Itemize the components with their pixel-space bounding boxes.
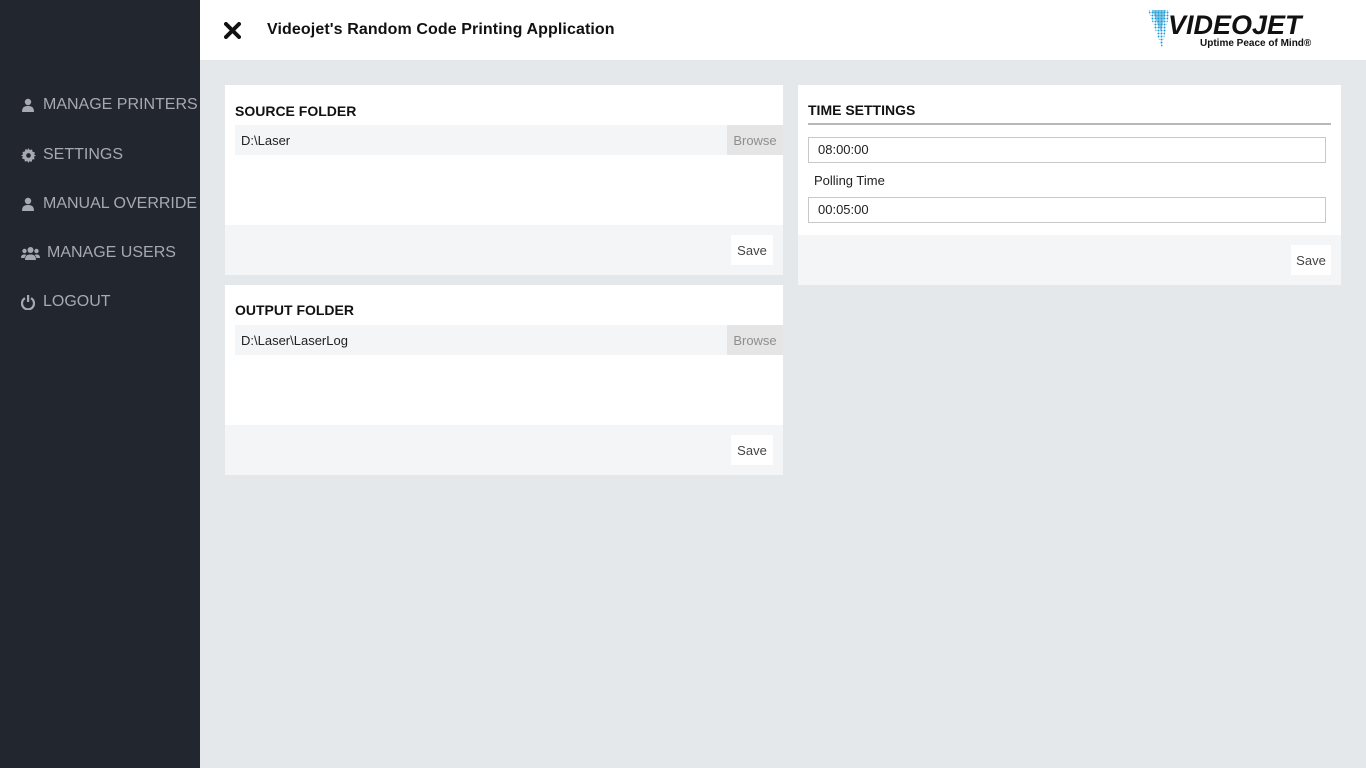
output-folder-panel: OUTPUT FOLDER D:\Laser\LaserLog Browse S… (225, 285, 783, 475)
source-folder-path: D:\Laser (241, 133, 291, 148)
sidebar-item-label: MANAGE PRINTERS (43, 96, 198, 113)
output-folder-title: OUTPUT FOLDER (235, 302, 354, 318)
source-browse-button[interactable]: Browse (727, 125, 783, 155)
time-save-button[interactable]: Save (1291, 245, 1331, 275)
time-settings-panel: TIME SETTINGS 08:00:00 Polling Time 00:0… (798, 85, 1341, 285)
source-save-button[interactable]: Save (731, 235, 773, 265)
sidebar: MANAGE PRINTERS SETTINGS MANUAL OVERRIDE… (0, 0, 200, 768)
sidebar-item-label: SETTINGS (43, 146, 124, 163)
source-folder-path-field[interactable]: D:\Laser Browse (235, 125, 783, 155)
polling-time-input[interactable]: 00:05:00 (808, 197, 1326, 223)
panel-footer: Save (798, 235, 1341, 285)
sidebar-item-label: LOGOUT (43, 293, 111, 310)
sidebar-item-manual-override[interactable]: MANUAL OVERRIDE (20, 195, 197, 213)
output-folder-path: D:\Laser\LaserLog (241, 333, 348, 348)
divider (808, 123, 1331, 125)
users-icon (20, 245, 40, 261)
user-icon (20, 97, 36, 113)
panel-footer: Save (225, 425, 783, 475)
page-title: Videojet's Random Code Printing Applicat… (267, 21, 615, 38)
output-folder-path-field[interactable]: D:\Laser\LaserLog Browse (235, 325, 783, 355)
source-folder-panel: SOURCE FOLDER D:\Laser Browse Save (225, 85, 783, 275)
sidebar-item-manage-users[interactable]: MANAGE USERS (20, 244, 176, 262)
logo-text: VIDEOJET (1168, 10, 1302, 40)
close-icon[interactable] (224, 22, 242, 40)
header: Videojet's Random Code Printing Applicat… (200, 0, 1366, 60)
power-icon (20, 294, 36, 310)
videojet-logo: VIDEOJET Uptime Peace of Mind® (1148, 8, 1344, 52)
time-settings-title: TIME SETTINGS (808, 102, 916, 118)
output-save-button[interactable]: Save (731, 435, 773, 465)
time-input[interactable]: 08:00:00 (808, 137, 1326, 163)
sidebar-item-settings[interactable]: SETTINGS (20, 146, 123, 164)
source-folder-title: SOURCE FOLDER (235, 103, 357, 119)
sidebar-item-label: MANUAL OVERRIDE (43, 195, 198, 212)
user-icon (20, 196, 36, 212)
polling-time-label: Polling Time (814, 173, 885, 188)
output-browse-button[interactable]: Browse (727, 325, 783, 355)
panel-footer: Save (225, 225, 783, 275)
gear-icon (20, 147, 36, 163)
logo-tagline: Uptime Peace of Mind® (1200, 38, 1312, 49)
sidebar-item-label: MANAGE USERS (47, 244, 176, 261)
sidebar-item-manage-printers[interactable]: MANAGE PRINTERS (20, 96, 198, 114)
sidebar-item-logout[interactable]: LOGOUT (20, 293, 111, 311)
